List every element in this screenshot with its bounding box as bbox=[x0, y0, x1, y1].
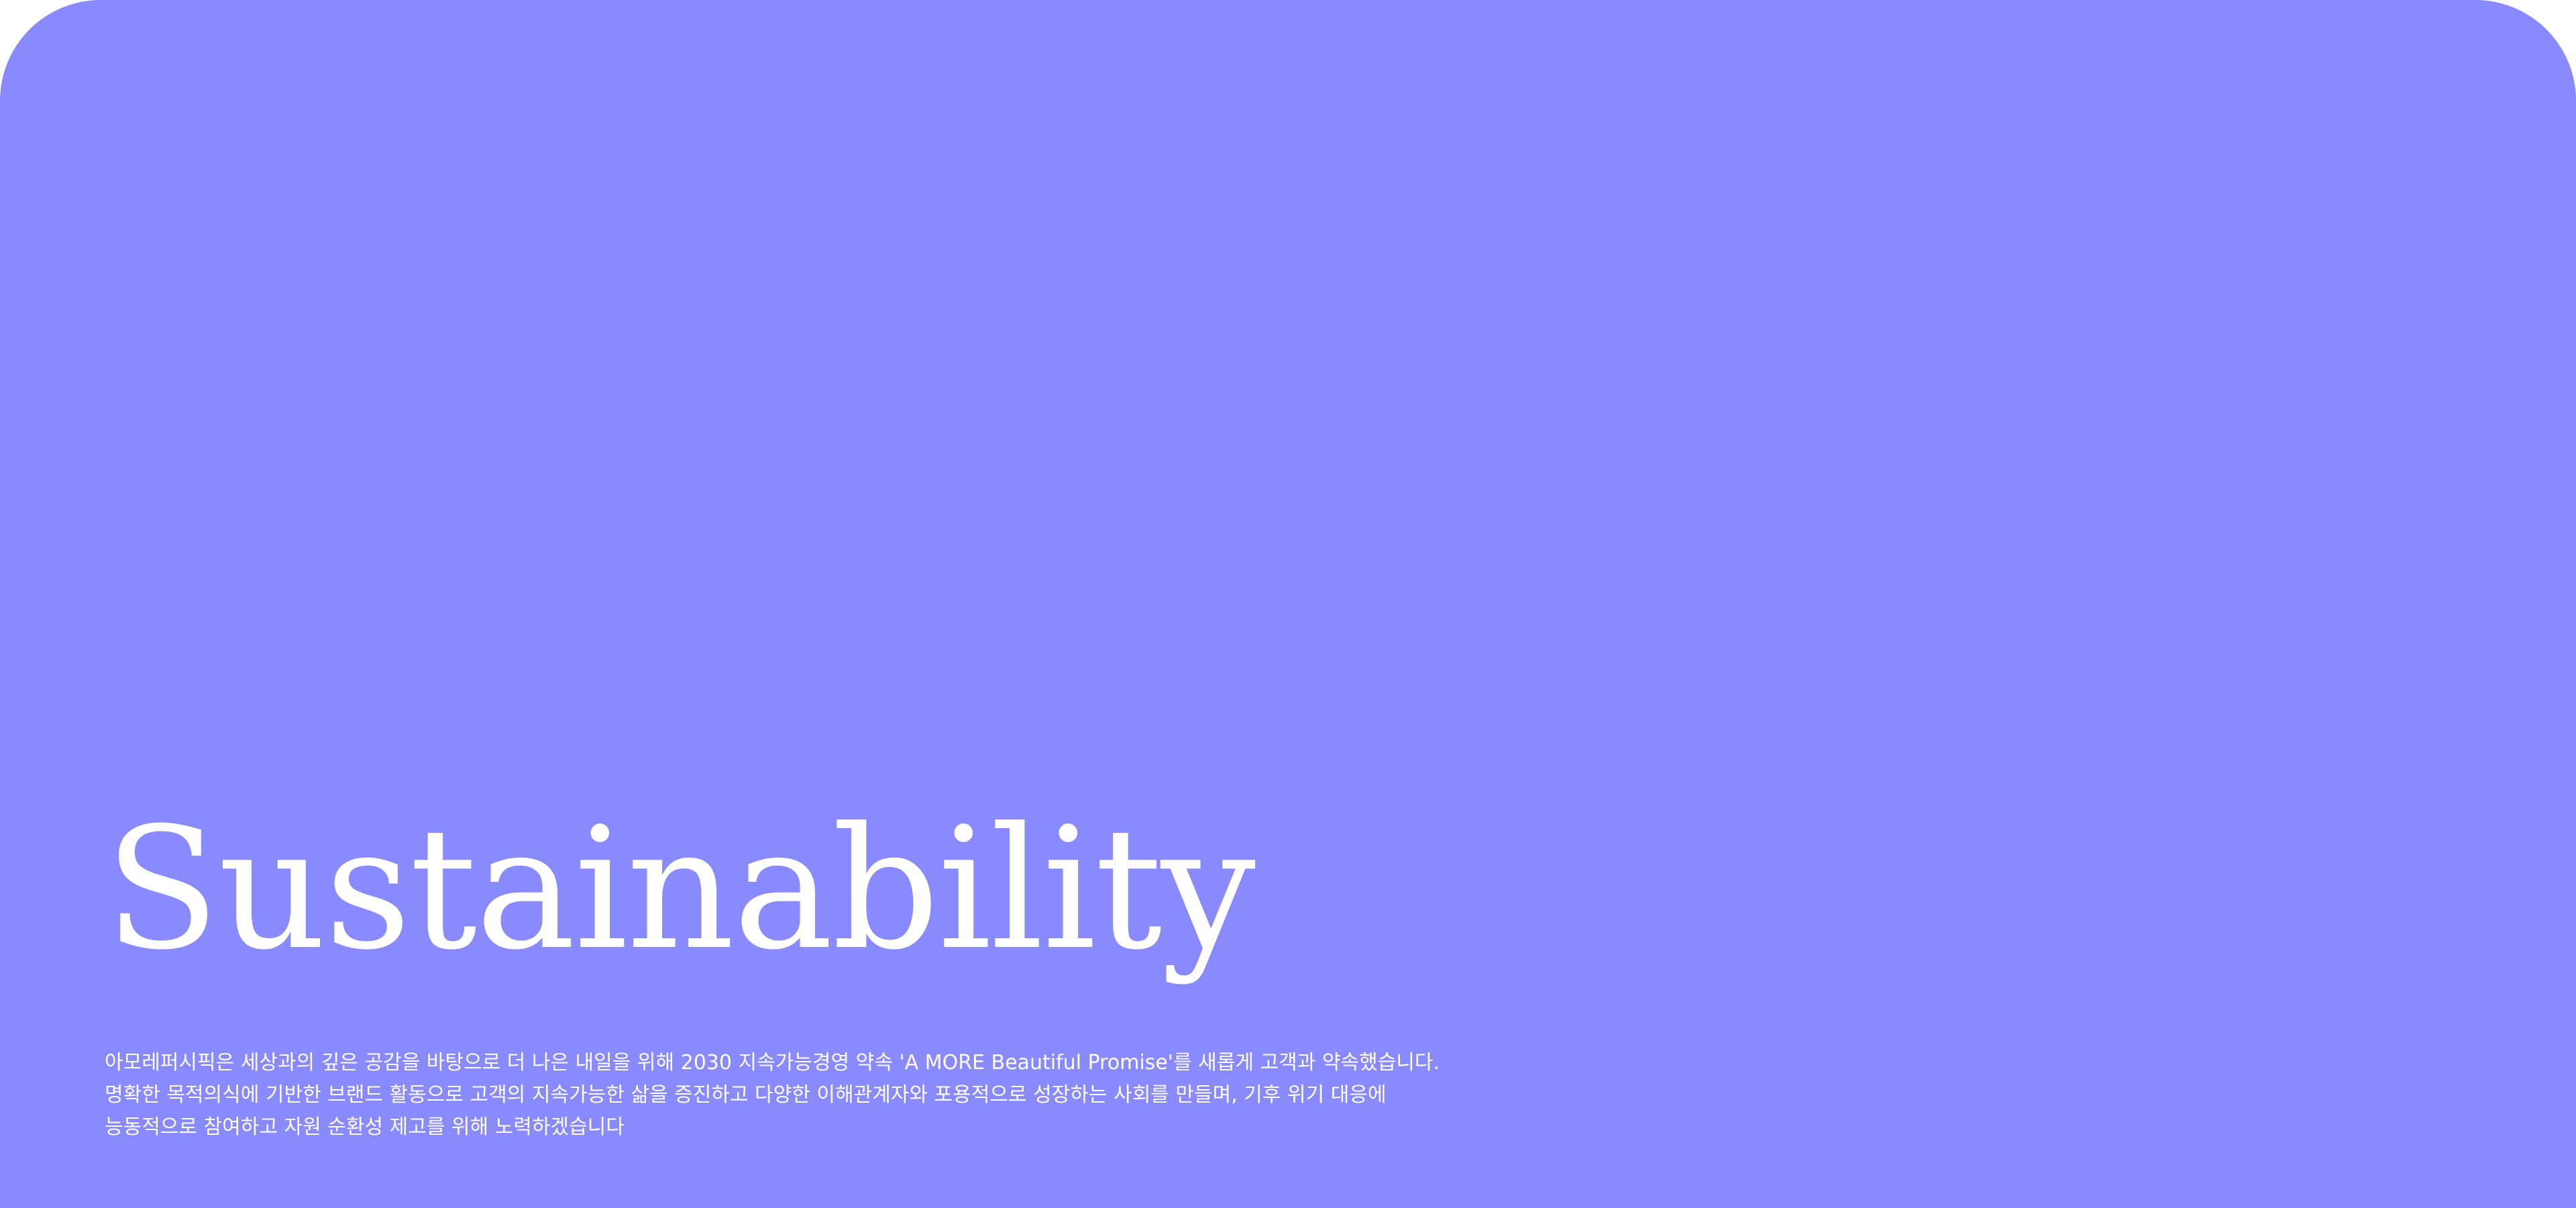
hero-description-line: 능동적으로 참여하고 자원 순환성 제고를 위해 노력하겠습니다 bbox=[105, 1115, 625, 1139]
hero-description-line: 아모레퍼시픽은 세상과의 깊은 공감을 바탕으로 더 나은 내일을 위해 203… bbox=[105, 1051, 1440, 1074]
sustainability-hero: Sustainability 아모레퍼시픽은 세상과의 깊은 공감을 바탕으로 … bbox=[0, 0, 2576, 1208]
hero-content: Sustainability 아모레퍼시픽은 세상과의 깊은 공감을 바탕으로 … bbox=[105, 805, 1580, 1164]
hero-description-line: 명확한 목적의식에 기반한 브랜드 활동으로 고객의 지속가능한 삶을 증진하고… bbox=[105, 1083, 1387, 1107]
hero-title: Sustainability bbox=[105, 791, 1256, 987]
hero-description: 아모레퍼시픽은 세상과의 깊은 공감을 바탕으로 더 나은 내일을 위해 203… bbox=[105, 1047, 1580, 1144]
